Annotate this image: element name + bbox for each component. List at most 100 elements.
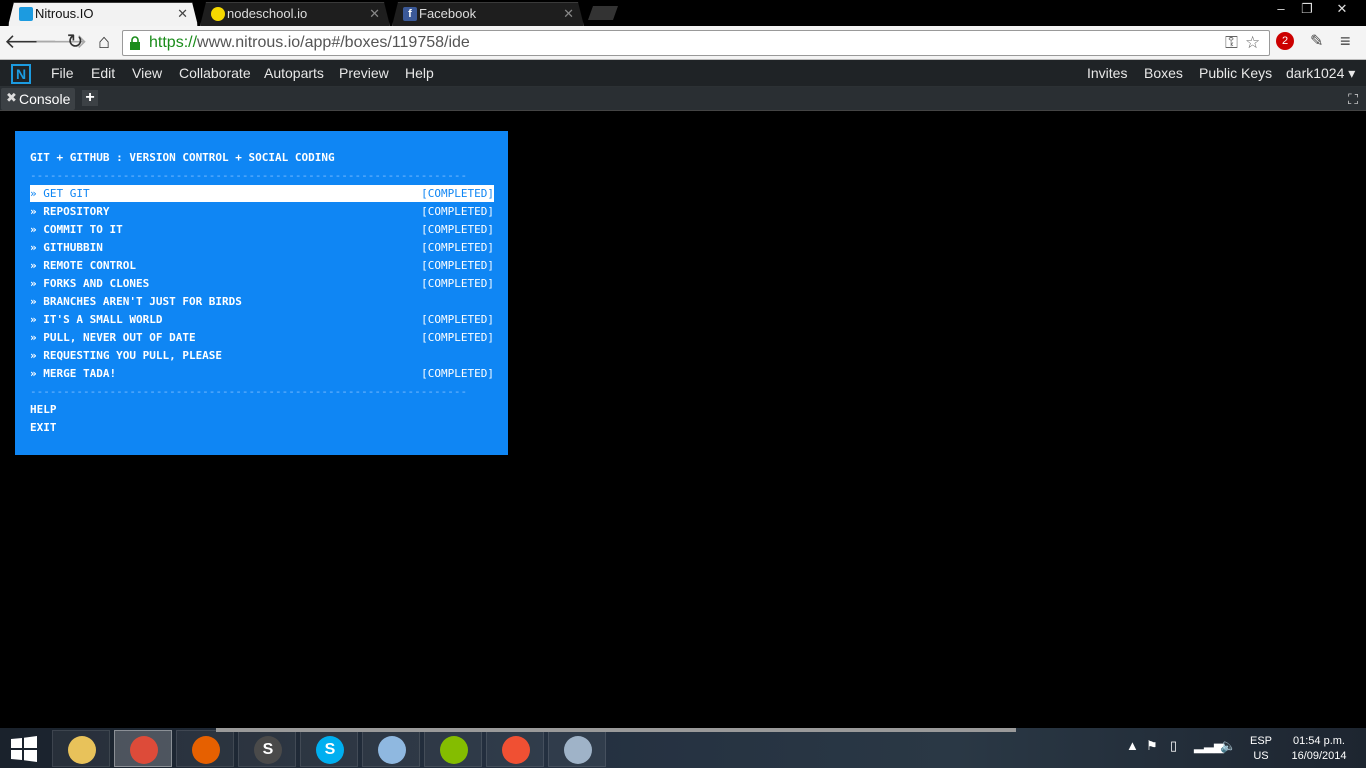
workshop-title: GIT + GITHUB : VERSION CONTROL + SOCIAL … — [30, 151, 335, 164]
file-explorer-icon — [68, 736, 96, 764]
clock-date: 16/09/2014 — [1291, 750, 1347, 762]
close-tab-icon[interactable]: ✕ — [369, 3, 380, 25]
chrome-icon — [130, 736, 158, 764]
address-bar[interactable]: https://www.nitrous.io/app#/boxes/119758… — [122, 30, 1270, 56]
lesson-item[interactable]: » COMMIT TO IT [COMPLETED] — [30, 221, 494, 238]
help-option[interactable]: HELP — [30, 401, 494, 418]
menu-preview[interactable]: Preview — [339, 65, 389, 81]
lesson-name: » REPOSITORY — [30, 205, 110, 218]
panel-tab-bar: ✖ Console + ⛶ — [0, 87, 1366, 111]
menu-public-keys[interactable]: Public Keys — [1199, 65, 1272, 81]
adblock-extension-icon[interactable]: 2 — [1276, 32, 1294, 50]
reload-icon[interactable]: ↻ — [63, 30, 87, 54]
menu-file[interactable]: File — [51, 65, 74, 81]
taskbar-git[interactable] — [486, 730, 544, 767]
chrome-menu-icon[interactable]: ≡ — [1340, 31, 1351, 52]
browser-tab-title: Nitrous.IO — [35, 6, 94, 21]
git-icon — [502, 736, 530, 764]
volume-icon[interactable]: 🔈 — [1220, 738, 1236, 754]
separator-top: ----------------------------------------… — [30, 169, 468, 182]
power-icon[interactable]: ▯ — [1170, 738, 1177, 754]
exit-option[interactable]: EXIT — [30, 419, 494, 436]
home-icon[interactable]: ⌂ — [92, 30, 116, 54]
eyedropper-extension-icon[interactable]: ✎ — [1310, 31, 1323, 51]
lesson-name: » COMMIT TO IT — [30, 223, 123, 236]
lesson-name: » BRANCHES AREN'T JUST FOR BIRDS — [30, 295, 242, 308]
terminal-console[interactable]: GIT + GITHUB : VERSION CONTROL + SOCIAL … — [0, 112, 1366, 728]
workshop-menu: GIT + GITHUB : VERSION CONTROL + SOCIAL … — [15, 131, 508, 455]
sublime-text-icon: S — [254, 736, 282, 764]
url-path: www.nitrous.io/app#/boxes/119758/ide — [197, 34, 470, 51]
lesson-item[interactable]: » REQUESTING YOU PULL, PLEASE — [30, 347, 494, 364]
menu-view[interactable]: View — [132, 65, 162, 81]
taskbar-virtualbox[interactable] — [362, 730, 420, 767]
browser-tab-nitrous[interactable]: Nitrous.IO ✕ — [8, 2, 198, 26]
add-tab-button[interactable]: + — [82, 90, 98, 106]
facebook-favicon-icon: f — [403, 7, 417, 21]
lesson-item[interactable]: » FORKS AND CLONES [COMPLETED] — [30, 275, 494, 292]
system-clock[interactable]: 01:54 p.m. 16/09/2014 — [1284, 734, 1354, 764]
skype-icon: S — [316, 736, 344, 764]
back-arrow-icon[interactable]: 🡐 — [4, 30, 58, 54]
horizontal-scrollbar[interactable] — [216, 728, 1016, 732]
nitrous-logo-icon[interactable]: N — [11, 64, 31, 84]
close-tab-icon[interactable]: ✕ — [177, 3, 188, 25]
close-console-icon[interactable]: ✖ — [6, 90, 17, 106]
tab-console[interactable]: ✖ Console — [1, 88, 75, 110]
user-menu[interactable]: dark1024 ▾ — [1286, 65, 1355, 82]
browser-toolbar: 🡐 🡒 ↻ ⌂ https://www.nitrous.io/app#/boxe… — [0, 26, 1366, 60]
close-tab-icon[interactable]: ✕ — [563, 3, 574, 25]
menu-collaborate[interactable]: Collaborate — [179, 65, 251, 81]
lesson-item[interactable]: » PULL, NEVER OUT OF DATE [COMPLETED] — [30, 329, 494, 346]
taskbar-firefox[interactable] — [176, 730, 234, 767]
lesson-status: [COMPLETED] — [421, 367, 494, 380]
lesson-status: [COMPLETED] — [421, 187, 494, 200]
lesson-name: » MERGE TADA! — [30, 367, 117, 380]
taskbar-resource-monitor[interactable] — [548, 730, 606, 767]
lesson-status: [COMPLETED] — [421, 331, 494, 344]
menu-edit[interactable]: Edit — [91, 65, 115, 81]
separator-bottom: ----------------------------------------… — [30, 385, 468, 398]
menu-invites[interactable]: Invites — [1087, 65, 1127, 81]
menu-help[interactable]: Help — [405, 65, 434, 81]
lesson-item[interactable]: » MERGE TADA! [COMPLETED] — [30, 365, 494, 382]
taskbar-spotify[interactable] — [424, 730, 482, 767]
spotify-icon — [440, 736, 468, 764]
taskbar-file-explorer[interactable] — [52, 730, 110, 767]
restore-button[interactable]: ❐ — [1294, 0, 1320, 18]
taskbar-skype[interactable]: S — [300, 730, 358, 767]
browser-tab-facebook[interactable]: f Facebook ✕ — [392, 2, 584, 26]
lesson-item[interactable]: » REMOTE CONTROL [COMPLETED] — [30, 257, 494, 274]
new-tab-button[interactable] — [588, 6, 618, 20]
virtualbox-icon — [378, 736, 406, 764]
lesson-item[interactable]: » GITHUBBIN [COMPLETED] — [30, 239, 494, 256]
browser-tab-nodeschool[interactable]: nodeschool.io ✕ — [200, 2, 390, 26]
taskbar-sublime-text[interactable]: S — [238, 730, 296, 767]
bookmark-star-icon[interactable]: ☆ — [1245, 33, 1260, 53]
language-indicator[interactable]: ESP US — [1250, 734, 1272, 764]
action-center-flag-icon[interactable]: ⚑ — [1146, 738, 1158, 754]
lesson-name: » GITHUBBIN — [30, 241, 103, 254]
menu-autoparts[interactable]: Autoparts — [264, 65, 324, 81]
lesson-status: [COMPLETED] — [421, 277, 494, 290]
close-window-button[interactable]: ✕ — [1322, 0, 1362, 18]
forward-arrow-icon[interactable]: 🡒 — [34, 30, 88, 54]
windows-start-icon[interactable] — [10, 736, 38, 762]
language-code: ESP — [1250, 735, 1273, 747]
lesson-name: » REMOTE CONTROL — [30, 259, 136, 272]
resource-monitor-icon — [564, 736, 592, 764]
menu-boxes[interactable]: Boxes — [1144, 65, 1183, 81]
lesson-item[interactable]: » IT'S A SMALL WORLD [COMPLETED] — [30, 311, 494, 328]
lesson-item[interactable]: » GET GIT [COMPLETED] — [30, 185, 494, 202]
key-icon[interactable]: ⚿ — [1225, 33, 1238, 53]
console-tab-label: Console — [19, 91, 71, 107]
taskbar-chrome[interactable] — [114, 730, 172, 767]
lesson-item[interactable]: » REPOSITORY [COMPLETED] — [30, 203, 494, 220]
minimize-button[interactable]: – — [1268, 0, 1294, 18]
lesson-name: » GET GIT — [30, 187, 90, 200]
show-hidden-icons[interactable]: ▲ — [1126, 738, 1139, 753]
lesson-item[interactable]: » BRANCHES AREN'T JUST FOR BIRDS — [30, 293, 494, 310]
browser-tab-title: Facebook — [419, 6, 477, 21]
lesson-status: [COMPLETED] — [421, 259, 494, 272]
fullscreen-icon[interactable]: ⛶ — [1345, 91, 1361, 107]
